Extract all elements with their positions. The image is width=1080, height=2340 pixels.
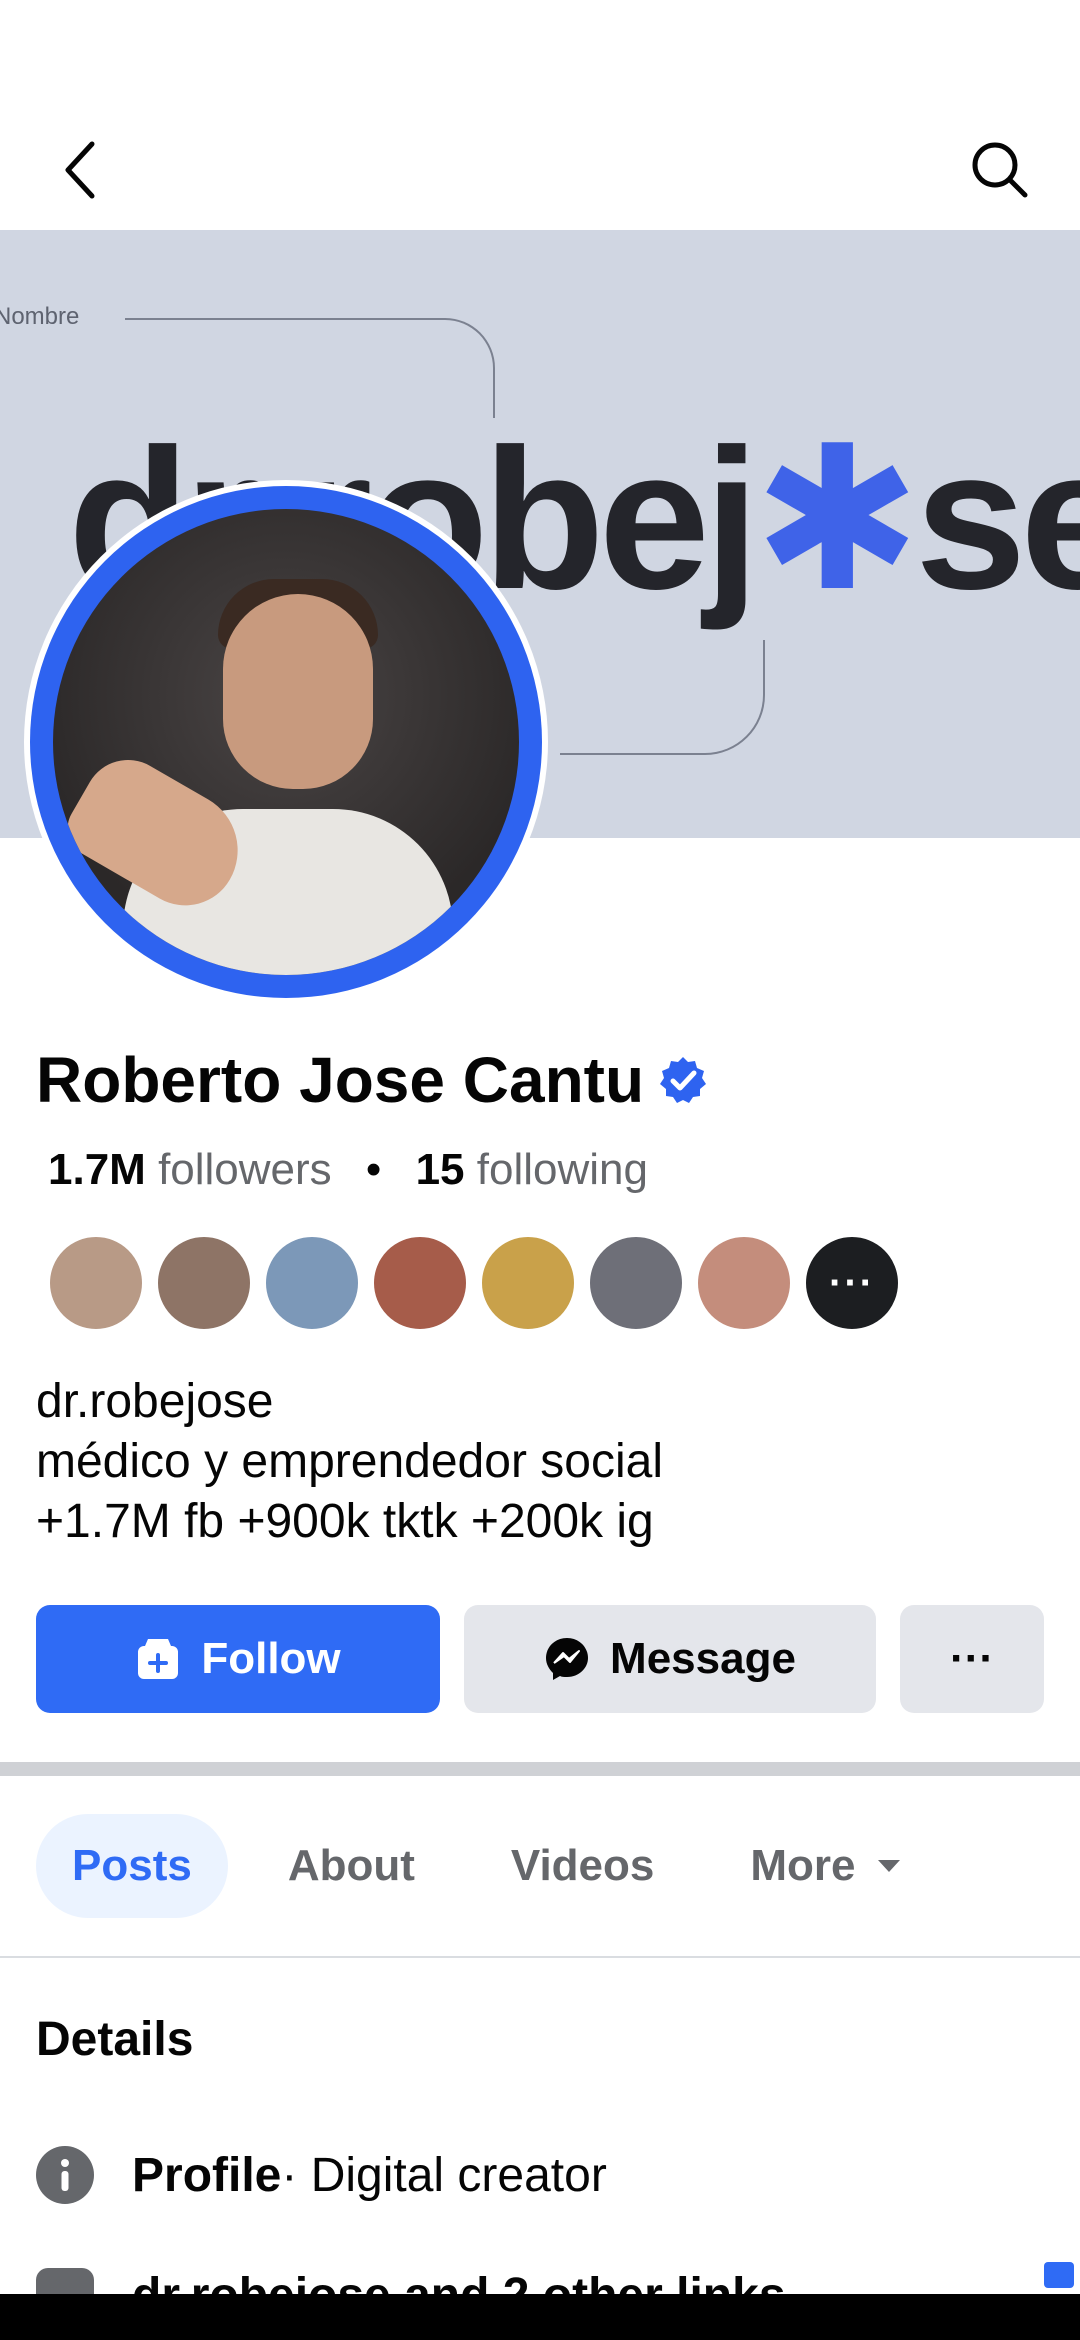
tab-label: About bbox=[287, 1841, 415, 1890]
chevron-left-icon bbox=[65, 141, 95, 199]
cover-decor-line bbox=[560, 640, 765, 755]
top-app-bar bbox=[0, 110, 1080, 230]
more-options-button[interactable]: ··· bbox=[900, 1605, 1044, 1713]
following-count[interactable]: 15 bbox=[416, 1145, 465, 1194]
detail-value: · Digital creator bbox=[281, 2148, 607, 2202]
links-label: dr.robejose and 2 other links bbox=[132, 2268, 786, 2294]
tab-posts[interactable]: Posts bbox=[36, 1814, 228, 1918]
profile-photo bbox=[53, 509, 519, 975]
detail-links[interactable]: dr.robejose and 2 other links bbox=[36, 2268, 786, 2294]
friend-avatar[interactable] bbox=[480, 1235, 576, 1331]
friend-avatar[interactable] bbox=[156, 1235, 252, 1331]
followers-label[interactable]: followers bbox=[158, 1145, 332, 1194]
message-label: Message bbox=[610, 1634, 796, 1683]
friend-avatar[interactable] bbox=[48, 1235, 144, 1331]
detail-label: Profile bbox=[132, 2148, 282, 2202]
section-divider bbox=[0, 1762, 1080, 1776]
verified-badge-icon bbox=[660, 1057, 707, 1103]
link-icon bbox=[36, 2268, 94, 2294]
follow-button[interactable]: Follow bbox=[36, 1605, 440, 1713]
tab-more[interactable]: More bbox=[714, 1814, 937, 1918]
messenger-icon bbox=[546, 1638, 589, 1680]
detail-profile-category: Profile · Digital creator bbox=[36, 2146, 607, 2204]
search-icon bbox=[972, 142, 1028, 198]
tab-label: More bbox=[750, 1841, 856, 1890]
bio-line: +1.7M fb +900k tktk +200k ig bbox=[36, 1495, 654, 1548]
follow-page-icon bbox=[138, 1639, 179, 1679]
tabs-divider bbox=[0, 1956, 1080, 1958]
more-friends-button[interactable]: ··· bbox=[804, 1235, 900, 1331]
system-navigation-bar bbox=[0, 2294, 1080, 2340]
follow-label: Follow bbox=[201, 1634, 341, 1683]
cover-decor-line bbox=[125, 318, 495, 418]
more-dots-icon: ··· bbox=[950, 1634, 994, 1683]
tab-about[interactable]: About bbox=[252, 1814, 451, 1918]
mutual-friends-row: ··· bbox=[48, 1235, 912, 1331]
follow-stats: 1.7M followers • 15 following bbox=[48, 1145, 648, 1195]
profile-bio: dr.robejose médico y emprendedor social … bbox=[36, 1372, 663, 1552]
info-icon bbox=[36, 2146, 94, 2204]
profile-avatar[interactable] bbox=[24, 480, 548, 1004]
details-heading: Details bbox=[36, 2013, 194, 2066]
message-button[interactable]: Message bbox=[464, 1605, 876, 1713]
back-button[interactable] bbox=[40, 130, 120, 210]
profile-name-row: Roberto Jose Cantu bbox=[36, 1048, 708, 1112]
tab-label: Posts bbox=[72, 1841, 192, 1890]
profile-actions: Follow Message ··· bbox=[36, 1605, 1044, 1713]
photo-face bbox=[223, 594, 373, 789]
tab-label: Videos bbox=[510, 1841, 655, 1890]
followers-count[interactable]: 1.7M bbox=[48, 1145, 146, 1194]
friend-avatar[interactable] bbox=[696, 1235, 792, 1331]
briefcase-icon[interactable] bbox=[1044, 2262, 1074, 2288]
caret-down-icon bbox=[877, 1860, 900, 1872]
following-label[interactable]: following bbox=[477, 1145, 648, 1194]
bio-line: dr.robejose bbox=[36, 1375, 274, 1428]
profile-tabs: Posts About Videos More bbox=[36, 1814, 962, 1918]
status-bar-area bbox=[0, 0, 1080, 110]
friend-avatar[interactable] bbox=[372, 1235, 468, 1331]
stats-separator: • bbox=[365, 1145, 382, 1194]
tab-videos[interactable]: Videos bbox=[475, 1814, 690, 1918]
story-ring bbox=[30, 486, 542, 998]
friend-avatar[interactable] bbox=[588, 1235, 684, 1331]
friend-avatar[interactable] bbox=[264, 1235, 360, 1331]
bio-line: médico y emprendedor social bbox=[36, 1435, 663, 1488]
search-button[interactable] bbox=[960, 130, 1040, 210]
cover-small-text: Nombre bbox=[0, 303, 80, 330]
profile-name: Roberto Jose Cantu bbox=[36, 1044, 645, 1116]
